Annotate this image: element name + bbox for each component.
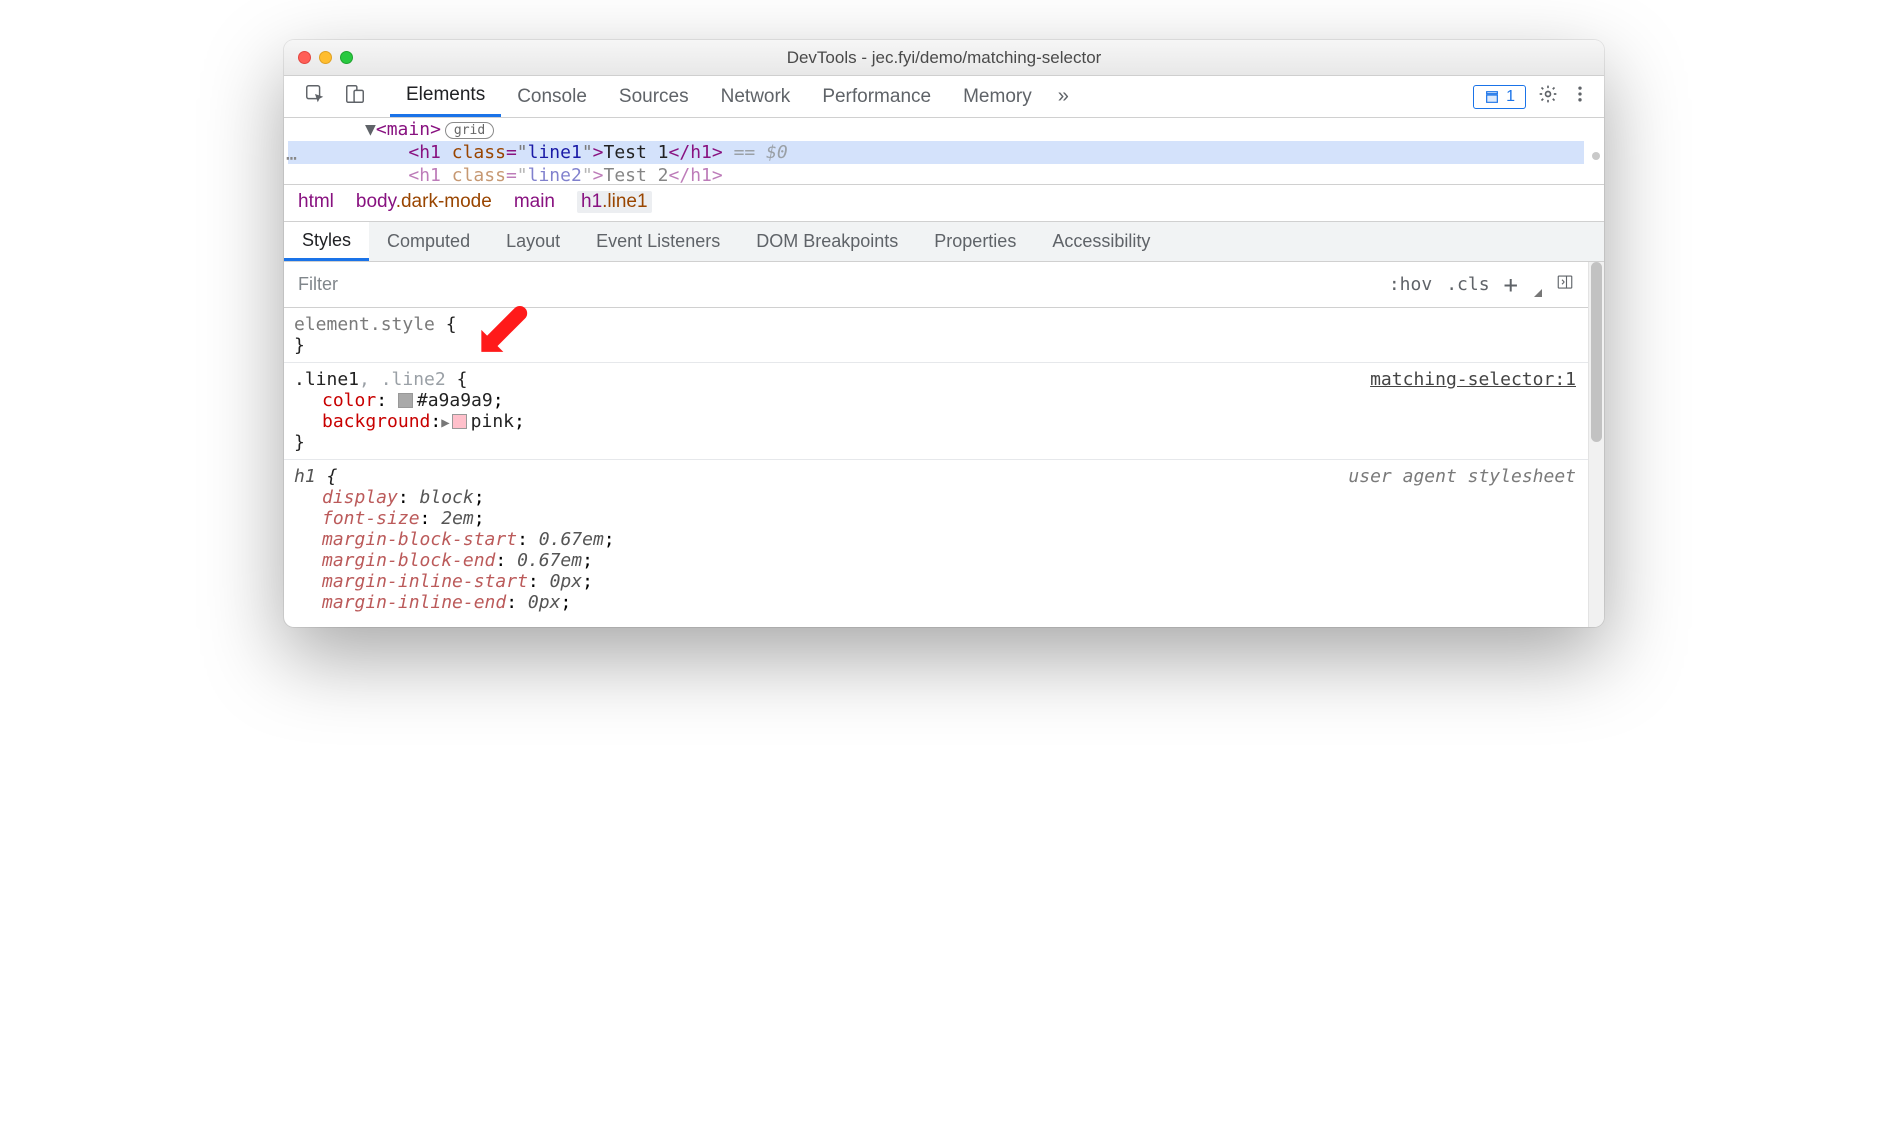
device-toolbar-icon[interactable] [344, 83, 366, 110]
issues-count: 1 [1506, 88, 1515, 106]
breadcrumb-main[interactable]: main [514, 191, 555, 213]
subtab-styles[interactable]: Styles [284, 222, 369, 261]
subtab-properties[interactable]: Properties [916, 222, 1034, 261]
tab-elements[interactable]: Elements [390, 76, 501, 117]
breadcrumb-html[interactable]: html [298, 191, 334, 213]
scroll-indicator [1592, 152, 1600, 160]
rule2-selector[interactable]: h1 [294, 466, 316, 487]
decl-mis[interactable]: margin-inline-start: 0px; [294, 571, 1576, 592]
h1-ua-rule[interactable]: user agent stylesheet h1 { display: bloc… [284, 460, 1588, 619]
tab-memory[interactable]: Memory [947, 76, 1048, 117]
subtab-accessibility[interactable]: Accessibility [1034, 222, 1168, 261]
breadcrumb: html body.dark-mode main h1.line1 [284, 185, 1604, 222]
tab-network[interactable]: Network [705, 76, 807, 117]
dom-tree[interactable]: ⋯ ▼<main>grid <h1 class="line1">Test 1</… [284, 118, 1604, 185]
decl-mbs[interactable]: margin-block-start: 0.67em; [294, 529, 1576, 550]
settings-gear-icon[interactable] [1538, 84, 1558, 109]
new-style-rule-button[interactable]: + [1504, 271, 1518, 299]
dom-line-main[interactable]: ▼<main>grid [288, 118, 1584, 141]
toggle-computed-panel-icon[interactable] [1556, 273, 1574, 296]
element-style-rule[interactable]: element.style { } [284, 308, 1588, 363]
dom-line-next[interactable]: <h1 class="line2">Test 2</h1> [288, 164, 1584, 184]
styles-filter-row: :hov .cls + [284, 262, 1588, 308]
tab-console[interactable]: Console [501, 76, 603, 117]
styles-sub-tabs: Styles Computed Layout Event Listeners D… [284, 222, 1604, 262]
inspect-element-icon[interactable] [304, 83, 326, 110]
decl-color[interactable]: color: #a9a9a9; [294, 390, 1576, 411]
devtools-window: DevTools - jec.fyi/demo/matching-selecto… [284, 40, 1604, 627]
cls-toggle[interactable]: .cls [1446, 274, 1489, 295]
decl-display[interactable]: display: block; [294, 487, 1576, 508]
subtab-computed[interactable]: Computed [369, 222, 488, 261]
decl-mbe[interactable]: margin-block-end: 0.67em; [294, 550, 1576, 571]
decl-font-size[interactable]: font-size: 2em; [294, 508, 1576, 529]
decl-mie[interactable]: margin-inline-end: 0px; [294, 592, 1576, 613]
source-link[interactable]: matching-selector:1 [1370, 369, 1576, 390]
window-title: DevTools - jec.fyi/demo/matching-selecto… [284, 48, 1604, 68]
styles-scrollbar[interactable] [1588, 262, 1604, 627]
swatch-color[interactable] [398, 393, 413, 408]
more-menu-icon[interactable] [1570, 84, 1590, 109]
styles-body: element.style { } matching-selector:1 .l… [284, 308, 1588, 627]
ua-stylesheet-label: user agent stylesheet [1348, 466, 1576, 487]
breadcrumb-body[interactable]: body.dark-mode [356, 191, 492, 213]
main-tabs: Elements Console Sources Network Perform… [390, 76, 1473, 117]
dom-line-selected[interactable]: <h1 class="line1">Test 1</h1> == $0 [288, 141, 1584, 164]
expand-shorthand-icon[interactable]: ▶ [441, 415, 449, 431]
breadcrumb-selected[interactable]: h1.line1 [577, 191, 652, 213]
hov-toggle[interactable]: :hov [1389, 274, 1432, 295]
tabs-overflow-button[interactable]: » [1048, 85, 1079, 108]
styles-filter-input[interactable] [284, 274, 1375, 295]
tab-performance[interactable]: Performance [806, 76, 947, 117]
decl-background[interactable]: background: ▶pink; [294, 411, 1576, 432]
element-style-selector: element.style [294, 314, 435, 335]
window-titlebar: DevTools - jec.fyi/demo/matching-selecto… [284, 40, 1604, 76]
subtab-layout[interactable]: Layout [488, 222, 578, 261]
subtab-event-listeners[interactable]: Event Listeners [578, 222, 738, 261]
more-actions-corner[interactable] [1534, 289, 1542, 297]
annotation-arrow-icon [474, 306, 529, 361]
tab-sources[interactable]: Sources [603, 76, 705, 117]
rule1-selector[interactable]: .line1, .line2 [294, 369, 446, 390]
subtab-dom-breakpoints[interactable]: DOM Breakpoints [738, 222, 916, 261]
line1-line2-rule[interactable]: matching-selector:1 .line1, .line2 { col… [284, 363, 1588, 460]
issues-button[interactable]: 1 [1473, 85, 1526, 109]
main-toolbar: Elements Console Sources Network Perform… [284, 76, 1604, 118]
grid-badge[interactable]: grid [445, 122, 494, 139]
swatch-background[interactable] [452, 414, 467, 429]
